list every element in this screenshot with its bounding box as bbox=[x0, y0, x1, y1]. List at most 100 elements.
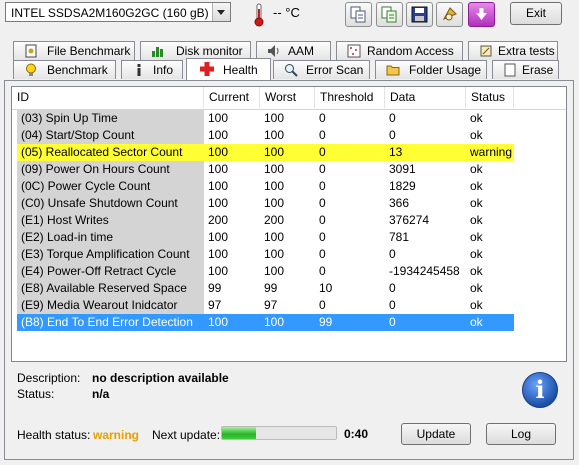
cell-worst: 100 bbox=[264, 162, 285, 176]
cell-threshold: 10 bbox=[319, 281, 333, 295]
cell-data: 0 bbox=[389, 247, 396, 261]
cell-id: (E3) Torque Amplification Count bbox=[17, 246, 204, 263]
cell-id: (B8) End To End Error Detection bbox=[17, 314, 204, 331]
exit-button[interactable]: Exit bbox=[510, 2, 562, 25]
cell-status: ok bbox=[470, 196, 483, 210]
tab-file-benchmark[interactable]: File Benchmark bbox=[13, 41, 135, 60]
status-value: n/a bbox=[92, 387, 110, 401]
cell-status: ok bbox=[470, 179, 483, 193]
status-label: Status: bbox=[17, 387, 55, 401]
table-row[interactable]: (E2) Load-in time 100 100 0 781 ok bbox=[12, 229, 566, 246]
next-update-label: Next update: bbox=[152, 428, 221, 442]
magnifier-icon bbox=[285, 64, 298, 77]
cell-worst: 100 bbox=[264, 196, 285, 210]
table-row[interactable]: (03) Spin Up Time 100 100 0 0 ok bbox=[12, 110, 566, 127]
table-row[interactable]: (05) Reallocated Sector Count 100 100 0 13 wa… bbox=[12, 144, 566, 161]
tab-error-scan[interactable]: Error Scan bbox=[273, 60, 370, 79]
cell-id: (0C) Power Cycle Count bbox=[17, 178, 204, 195]
cell-current: 100 bbox=[208, 111, 229, 125]
tab-erase[interactable]: Erase bbox=[492, 60, 559, 79]
description-value: no description available bbox=[92, 371, 229, 385]
health-status-value: warning bbox=[93, 428, 140, 442]
cell-status: ok bbox=[470, 264, 483, 278]
grid-icon bbox=[347, 44, 361, 58]
cell-worst: 200 bbox=[264, 213, 285, 227]
table-row[interactable]: (E8) Available Reserved Space 99 99 10 0 ok bbox=[12, 280, 566, 297]
cell-current: 100 bbox=[208, 196, 229, 210]
table-row[interactable]: (C0) Unsafe Shutdown Count 100 100 0 366 ok bbox=[12, 195, 566, 212]
cell-data: 0 bbox=[389, 128, 396, 142]
tab-label: Info bbox=[153, 63, 174, 77]
cell-id: (C0) Unsafe Shutdown Count bbox=[17, 195, 204, 212]
tab-label: Benchmark bbox=[47, 63, 108, 77]
tab-label: AAM bbox=[288, 44, 315, 58]
copy-all-button[interactable] bbox=[376, 2, 403, 27]
folder-icon bbox=[386, 65, 400, 76]
column-header-current[interactable]: Current bbox=[204, 87, 260, 108]
smart-table[interactable]: ID Current Worst Threshold Data Status (… bbox=[11, 86, 567, 362]
tab-extra-tests[interactable]: Extra tests bbox=[468, 41, 558, 60]
tab-label: Error Scan bbox=[306, 63, 364, 77]
table-row[interactable]: (E9) Media Wearout Inidcator 97 97 0 0 ok bbox=[12, 297, 566, 314]
cell-worst: 100 bbox=[264, 179, 285, 193]
tab-folder-usage[interactable]: Folder Usage bbox=[375, 60, 487, 79]
tab-info[interactable]: Info bbox=[121, 60, 183, 79]
update-button[interactable]: Update bbox=[401, 423, 471, 445]
cell-threshold: 99 bbox=[315, 314, 385, 331]
drive-select[interactable]: INTEL SSDSA2M160G2GC (160 gB) bbox=[5, 2, 231, 22]
bar-chart-icon bbox=[152, 47, 163, 57]
cell-worst: 100 bbox=[260, 314, 315, 331]
floppy-disk-icon bbox=[411, 6, 428, 23]
tab-label: Erase bbox=[522, 63, 554, 77]
cell-data: 13 bbox=[385, 144, 466, 161]
tab-health[interactable]: Health bbox=[186, 58, 271, 80]
cell-current: 100 bbox=[208, 247, 229, 261]
cell-threshold: 0 bbox=[319, 111, 326, 125]
description-label: Description: bbox=[17, 371, 81, 385]
cell-threshold: 0 bbox=[319, 213, 326, 227]
tab-benchmark[interactable]: Benchmark bbox=[13, 60, 116, 79]
cell-id: (05) Reallocated Sector Count bbox=[17, 144, 204, 161]
tab-random-access[interactable]: Random Access bbox=[336, 41, 463, 60]
cell-worst: 97 bbox=[264, 298, 278, 312]
column-header-threshold[interactable]: Threshold bbox=[315, 87, 385, 108]
column-header-data[interactable]: Data bbox=[385, 87, 466, 108]
table-row[interactable]: (E4) Power-Off Retract Cycle 100 100 0 -1934… bbox=[12, 263, 566, 280]
toolbar: INTEL SSDSA2M160G2GC (160 gB) -- °C Exit bbox=[0, 0, 579, 34]
table-row[interactable]: (09) Power On Hours Count 100 100 0 3091 ok bbox=[12, 161, 566, 178]
tab-label: Health bbox=[223, 63, 258, 77]
chevron-down-icon[interactable] bbox=[212, 3, 230, 21]
cell-status: ok bbox=[470, 281, 483, 295]
column-header-status[interactable]: Status bbox=[466, 87, 514, 108]
cell-threshold: 0 bbox=[319, 196, 326, 210]
copy-button[interactable] bbox=[345, 2, 372, 27]
update-progress-fill bbox=[222, 427, 257, 439]
info-icon bbox=[137, 64, 141, 76]
table-row[interactable]: (04) Start/Stop Count 100 100 0 0 ok bbox=[12, 127, 566, 144]
cell-current: 100 bbox=[208, 162, 229, 176]
log-button[interactable]: Log bbox=[486, 423, 556, 445]
save-button[interactable] bbox=[406, 2, 433, 27]
table-row[interactable]: (E1) Host Writes 200 200 0 376274 ok bbox=[12, 212, 566, 229]
cell-current: 100 bbox=[204, 314, 260, 331]
cell-status: ok bbox=[470, 213, 483, 227]
copy-icon bbox=[350, 6, 366, 23]
download-button[interactable] bbox=[468, 2, 495, 27]
info-icon[interactable]: i bbox=[522, 372, 558, 408]
cell-data: 366 bbox=[389, 196, 410, 210]
cell-current: 100 bbox=[208, 179, 229, 193]
screenshot-button[interactable] bbox=[436, 2, 463, 27]
column-header-worst[interactable]: Worst bbox=[260, 87, 315, 108]
tab-label: Random Access bbox=[367, 44, 454, 58]
cell-current: 100 bbox=[208, 128, 229, 142]
table-row[interactable]: (B8) End To End Error Detection 100 100 99 0… bbox=[12, 314, 566, 331]
tab-label: Folder Usage bbox=[409, 63, 482, 77]
table-row[interactable]: (E3) Torque Amplification Count 100 100 0 0 o… bbox=[12, 246, 566, 263]
cell-data: 781 bbox=[389, 230, 410, 244]
table-row[interactable]: (0C) Power Cycle Count 100 100 0 1829 ok bbox=[12, 178, 566, 195]
column-header-id[interactable]: ID bbox=[12, 87, 204, 108]
cell-current: 97 bbox=[208, 298, 222, 312]
cell-threshold: 0 bbox=[319, 230, 326, 244]
copy-all-icon bbox=[381, 6, 397, 23]
cell-threshold: 0 bbox=[319, 162, 326, 176]
